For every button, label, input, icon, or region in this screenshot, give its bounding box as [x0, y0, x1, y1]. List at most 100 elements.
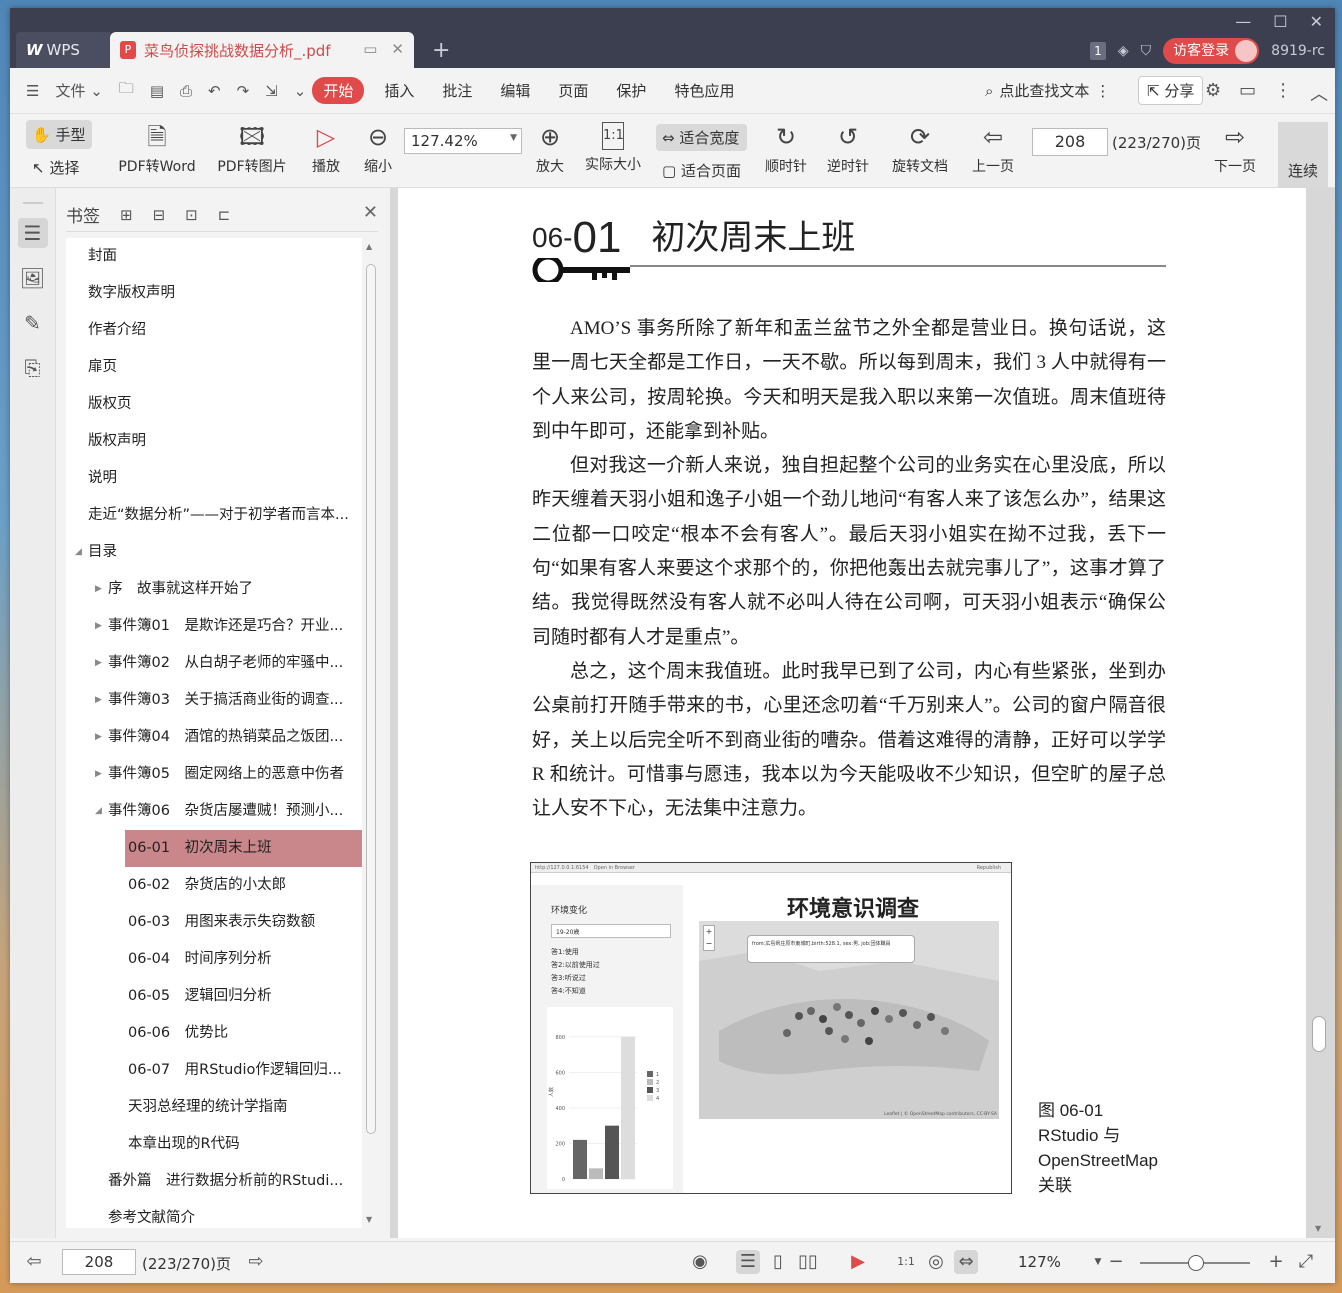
single-page-icon[interactable]: ▯: [766, 1250, 790, 1274]
thumbnail-panel-icon[interactable]: 🖼: [18, 263, 48, 293]
zoom-level-select[interactable]: 127.42% ▼: [404, 128, 522, 154]
bookmark-item[interactable]: ◢ 事件簿06 杂货店屡遭贼！预测小...: [66, 793, 362, 830]
bookmark-item[interactable]: 番外篇 进行数据分析前的RStudi...: [66, 1163, 362, 1200]
bookmark-item[interactable]: 06-01 初次周末上班: [125, 830, 362, 867]
bookmark-item[interactable]: 版权页: [66, 386, 362, 423]
menu-tab-edit[interactable]: 编辑: [486, 80, 544, 101]
page-number-input[interactable]: 208: [1032, 128, 1108, 156]
eye-protection-icon[interactable]: ◉: [688, 1250, 712, 1274]
close-tab-icon[interactable]: ✕: [391, 40, 404, 58]
bookmark-item[interactable]: 扉页: [66, 349, 362, 386]
search-text-box[interactable]: ⌕ 点此查找文本 ⋮: [985, 80, 1110, 101]
document-scroll-down-icon[interactable]: ▼: [1315, 1224, 1321, 1233]
fit-page-button[interactable]: ▢ 适合页面: [656, 157, 747, 184]
play-button[interactable]: ▷ 播放: [306, 122, 346, 176]
continuous-view-button[interactable]: 连续: [1278, 122, 1328, 188]
bookmark-item[interactable]: 06-03 用图来表示失窃数额: [66, 904, 362, 941]
status-page-input[interactable]: 208: [62, 1249, 136, 1275]
expand-triangle-icon[interactable]: ▶: [95, 719, 102, 756]
expand-triangle-icon[interactable]: ▶: [95, 571, 102, 608]
bookmark-item[interactable]: 本章出现的R代码: [66, 1126, 362, 1163]
bookmark-item[interactable]: 天羽总经理的统计学指南: [66, 1089, 362, 1126]
wps-home-tab[interactable]: W WPS: [16, 32, 112, 68]
select-tool-button[interactable]: ↖ 选择: [26, 155, 92, 180]
rotate-clockwise-button[interactable]: ↻ 顺时针: [762, 122, 810, 176]
menu-tab-annotate[interactable]: 批注: [428, 80, 486, 101]
zoom-out-status-icon[interactable]: −: [1104, 1250, 1128, 1274]
skin-icon[interactable]: ◈: [1118, 43, 1129, 59]
bookmark-item[interactable]: ▶ 事件簿05 圈定网络上的恶意中伤者: [66, 756, 362, 793]
hand-tool-button[interactable]: ✋ 手型: [26, 120, 92, 149]
next-page-button[interactable]: ⇨ 下一页: [1210, 122, 1260, 176]
print-icon[interactable]: ⎙: [180, 82, 192, 100]
zoom-slider-knob[interactable]: [1188, 1255, 1204, 1271]
bookmark-item[interactable]: 06-04 时间序列分析: [66, 941, 362, 978]
collapse-triangle-icon[interactable]: ◢: [75, 534, 82, 571]
expand-all-icon[interactable]: ⊞: [120, 206, 133, 224]
more-options-icon[interactable]: ⋮: [1274, 80, 1292, 106]
bookmark-item[interactable]: ▶ 序 故事就这样开始了: [66, 571, 362, 608]
minimize-icon[interactable]: —: [1235, 12, 1251, 31]
expand-triangle-icon[interactable]: ▶: [95, 645, 102, 682]
zoom-in-status-icon[interactable]: +: [1264, 1250, 1288, 1274]
export-icon[interactable]: ⇲: [265, 82, 278, 100]
bookmark-item[interactable]: 版权声明: [66, 423, 362, 460]
bookmark-item[interactable]: ▶ 事件簿04 酒馆的热销菜品之饭团...: [66, 719, 362, 756]
comment-icon[interactable]: ▭: [1239, 80, 1256, 106]
guest-login-button[interactable]: 访客登录: [1163, 38, 1260, 64]
bookmark-item[interactable]: 走近“数据分析”——对于初学者而言本...: [66, 497, 362, 534]
bookmark-item[interactable]: ▶ 事件簿03 关于搞活商业街的调查...: [66, 682, 362, 719]
actual-size-button[interactable]: 1:1 实际大小: [582, 122, 644, 174]
collapse-triangle-icon[interactable]: ◢: [95, 793, 102, 830]
fit-width-status-icon[interactable]: ⇔: [954, 1250, 978, 1274]
add-bookmark-icon[interactable]: ⊡: [185, 206, 198, 224]
bookmark-item[interactable]: 封面: [66, 238, 362, 275]
actual-size-status-icon[interactable]: 1:1: [894, 1250, 918, 1274]
pdf-to-image-button[interactable]: 🖾 PDF转图片: [212, 122, 292, 176]
prev-page-icon[interactable]: ⇦: [22, 1250, 46, 1274]
file-menu[interactable]: 文件 ⌄: [55, 80, 102, 101]
bookmark-item[interactable]: 作者介绍: [66, 312, 362, 349]
menu-tab-protect[interactable]: 保护: [602, 80, 660, 101]
close-panel-icon[interactable]: ✕: [363, 202, 378, 223]
bookmark-item[interactable]: 说明: [66, 460, 362, 497]
menu-tab-start[interactable]: 开始: [312, 77, 365, 104]
rotate-counterclockwise-button[interactable]: ↺ 逆时针: [824, 122, 872, 176]
document-tab[interactable]: P 菜鸟侦探挑战数据分析_.pdf ▭ ✕: [110, 32, 414, 68]
pdf-to-word-button[interactable]: 🗎 PDF转Word: [114, 122, 200, 176]
zoom-in-button[interactable]: ⊕ 放大: [530, 122, 570, 176]
maximize-icon[interactable]: ☐: [1273, 12, 1287, 31]
share-button[interactable]: ⇱ 分享: [1138, 76, 1204, 105]
open-icon[interactable]: 🗀: [119, 78, 134, 103]
bookmark-item[interactable]: ▶ 事件簿02 从白胡子老师的牢骚中...: [66, 645, 362, 682]
menu-tab-insert[interactable]: 插入: [370, 80, 428, 101]
bookmark-item[interactable]: 数字版权声明: [66, 275, 362, 312]
double-page-icon[interactable]: ▯▯: [796, 1250, 820, 1274]
zoom-out-button[interactable]: ⊖ 缩小: [358, 122, 398, 176]
scroll-up-icon[interactable]: ▲: [366, 242, 372, 251]
bookmark-item[interactable]: ▶ 事件簿01 是欺诈还是巧合？开业...: [66, 608, 362, 645]
save-icon[interactable]: ▤: [150, 82, 164, 100]
bookmark-item[interactable]: 参考文献简介: [66, 1200, 362, 1228]
continuous-view-icon[interactable]: ☰: [736, 1250, 760, 1274]
fit-width-button[interactable]: ⇔ 适合宽度: [656, 124, 747, 151]
bookmark-scrollbar[interactable]: ▲ ▼: [364, 238, 376, 1228]
fullscreen-icon[interactable]: ⤢: [1294, 1250, 1318, 1274]
hamburger-icon[interactable]: ☰: [26, 82, 39, 100]
shirt-icon[interactable]: ⛉: [1141, 43, 1152, 59]
prev-page-button[interactable]: ⇦ 上一页: [968, 122, 1018, 176]
collapse-all-icon[interactable]: ⊟: [153, 206, 166, 224]
document-viewport[interactable]: 06-01 初次周末上班 AMO’S 事务所除了新年和盂兰盆节之外全都是营业日。…: [390, 188, 1335, 1238]
bookmark-options-icon[interactable]: ⊏: [218, 206, 231, 224]
redo-icon[interactable]: ↷: [237, 82, 250, 100]
status-zoom-value[interactable]: 127%: [1018, 1253, 1061, 1271]
scroll-thumb[interactable]: [366, 264, 376, 1134]
fit-page-status-icon[interactable]: ◎: [924, 1250, 948, 1274]
bookmark-item[interactable]: ◢ 目录: [66, 534, 362, 571]
expand-triangle-icon[interactable]: ▶: [95, 608, 102, 645]
menu-tab-features[interactable]: 特色应用: [660, 80, 748, 101]
close-window-icon[interactable]: ✕: [1310, 12, 1323, 31]
menu-tab-page[interactable]: 页面: [544, 80, 602, 101]
undo-icon[interactable]: ↶: [208, 82, 221, 100]
window-mode-icon[interactable]: ▭: [363, 40, 377, 58]
